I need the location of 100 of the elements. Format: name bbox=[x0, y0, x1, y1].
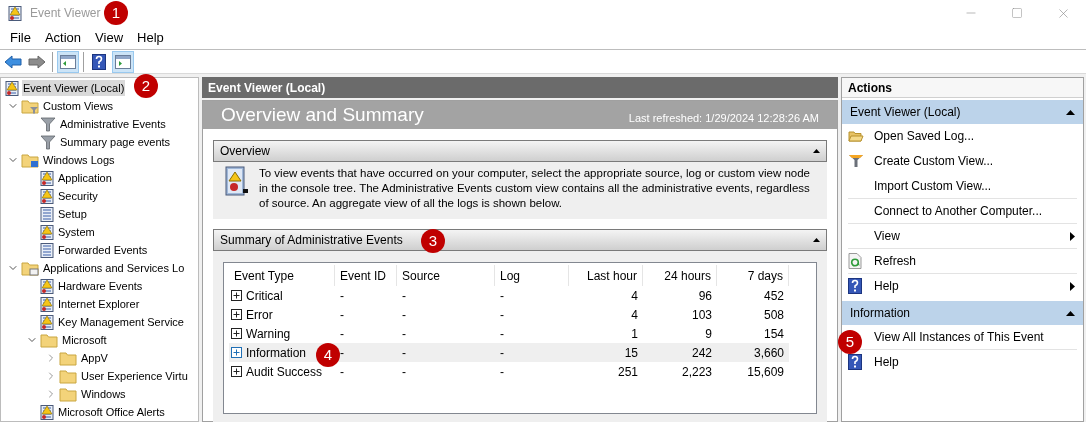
table-row[interactable]: Error - - - 4 103 508 bbox=[229, 305, 789, 324]
table-cell-text: 1 bbox=[630, 325, 639, 343]
refresh-icon bbox=[848, 253, 862, 269]
show-tree-button[interactable] bbox=[57, 50, 79, 73]
folder-icon bbox=[40, 332, 58, 348]
table-cell-text: - bbox=[339, 344, 345, 362]
table-cell-text: Warning bbox=[246, 325, 291, 343]
filter-icon bbox=[848, 154, 864, 168]
show-action-pane-button[interactable] bbox=[112, 50, 134, 73]
warning-log-icon bbox=[40, 296, 54, 312]
section-header[interactable]: Information bbox=[842, 301, 1083, 325]
expand-icon[interactable] bbox=[231, 290, 242, 301]
table-cell-text: - bbox=[401, 287, 407, 305]
table-cell-text: 242 bbox=[690, 344, 713, 362]
table-cell-text: - bbox=[339, 325, 345, 343]
tree-item[interactable]: Internet Explorer bbox=[57, 295, 141, 313]
tree-item[interactable]: Microsoft Office Alerts bbox=[57, 403, 166, 421]
column-header[interactable]: Event ID bbox=[335, 265, 397, 286]
window-title: Event Viewer bbox=[30, 5, 101, 22]
table-cell-text: 4 bbox=[630, 306, 639, 324]
warning-log-icon bbox=[5, 80, 19, 96]
tree-item[interactable]: AppV bbox=[80, 349, 109, 367]
pane-link[interactable]: Connect to Another Computer... bbox=[874, 199, 1077, 223]
column-header[interactable]: Log bbox=[495, 265, 569, 286]
log-icon bbox=[40, 242, 54, 258]
tree-item[interactable]: User Experience Virtu bbox=[80, 367, 189, 385]
overview-text: To view events that have occurred on your computer, select the appropriate source, log or custom view node in the console tree. The Administrative Events custom view contains all the administrative events, regardless of source. An aggregate view of all the logs is shown below. bbox=[259, 166, 812, 211]
tree-item[interactable]: Hardware Events bbox=[57, 277, 144, 295]
pane-link[interactable]: Open Saved Log... bbox=[874, 124, 1077, 148]
table-cell-text: 96 bbox=[697, 287, 713, 305]
folder-icon bbox=[59, 368, 77, 384]
column-header[interactable]: Source bbox=[397, 265, 495, 286]
folder-icon bbox=[848, 129, 864, 143]
section-header[interactable]: Overview bbox=[213, 140, 827, 162]
collapse-icon[interactable] bbox=[1066, 310, 1075, 316]
collapse-icon[interactable] bbox=[813, 149, 820, 153]
table-cell-text: 154 bbox=[762, 325, 785, 343]
menu-item[interactable]: File bbox=[4, 27, 37, 48]
warning-log-icon bbox=[8, 5, 22, 21]
filter-icon bbox=[40, 134, 56, 150]
table-cell-text: - bbox=[401, 344, 407, 362]
table-cell-text: 9 bbox=[704, 325, 713, 343]
column-header[interactable]: 7 days bbox=[717, 265, 789, 286]
warning-log-icon bbox=[40, 224, 54, 240]
tree-item[interactable]: Security bbox=[57, 187, 99, 205]
tree-item[interactable]: Key Management Service bbox=[57, 313, 185, 331]
pane-link[interactable]: Import Custom View... bbox=[874, 174, 1077, 198]
filter-folder-icon bbox=[21, 98, 39, 114]
folder-icon bbox=[21, 260, 39, 276]
tree-item[interactable]: Administrative Events bbox=[59, 115, 167, 133]
menu-item[interactable]: View bbox=[89, 27, 130, 48]
column-header[interactable]: 24 hours bbox=[643, 265, 717, 286]
pane-link[interactable]: Help bbox=[874, 350, 1077, 374]
page-title: Overview and Summary bbox=[221, 103, 424, 127]
folder-icon bbox=[59, 386, 77, 402]
expand-icon[interactable] bbox=[231, 366, 242, 377]
menu-item[interactable]: Help bbox=[131, 27, 170, 48]
section-title: Overview bbox=[220, 143, 270, 160]
table-cell-text: 15,609 bbox=[746, 363, 785, 381]
pane-link[interactable]: Refresh bbox=[874, 249, 1077, 273]
column-header[interactable]: Event Type bbox=[229, 265, 335, 286]
tree-item[interactable]: Event Viewer (Local) bbox=[22, 79, 126, 97]
tree-item[interactable]: Applications and Services Lo bbox=[42, 259, 186, 277]
table-cell-text: 4 bbox=[630, 287, 639, 305]
table-row[interactable]: Critical - - - 4 96 452 bbox=[229, 286, 789, 305]
expand-icon[interactable] bbox=[231, 328, 242, 339]
table-row[interactable]: Warning - - - 1 9 154 bbox=[229, 324, 789, 343]
pane-link[interactable]: Help bbox=[874, 274, 1077, 298]
tree-item[interactable]: System bbox=[57, 223, 96, 241]
section-header[interactable]: Event Viewer (Local) bbox=[842, 100, 1083, 124]
tree-item[interactable]: Microsoft bbox=[61, 331, 108, 349]
tree-item[interactable]: Summary page events bbox=[59, 133, 172, 151]
warning-log-icon bbox=[40, 404, 54, 420]
pane-link[interactable]: View bbox=[874, 224, 1077, 248]
callout-badge: 1 bbox=[104, 1, 128, 25]
pane-link[interactable]: View All Instances of This Event bbox=[874, 325, 1077, 349]
pane-header: Event Viewer (Local) bbox=[202, 77, 838, 98]
section-title: Event Viewer (Local) bbox=[850, 104, 961, 121]
table-cell-text: - bbox=[499, 344, 505, 362]
table-cell-text: 103 bbox=[690, 306, 713, 324]
expand-icon[interactable] bbox=[231, 309, 242, 320]
help-icon bbox=[848, 278, 862, 294]
tree-item[interactable]: Setup bbox=[57, 205, 88, 223]
menu-item[interactable]: Action bbox=[38, 27, 88, 48]
collapse-icon[interactable] bbox=[813, 238, 820, 242]
warning-log-icon bbox=[40, 314, 54, 330]
table-cell-text: - bbox=[499, 363, 505, 381]
pane-link[interactable]: Create Custom View... bbox=[874, 149, 1077, 173]
table-cell-text: - bbox=[339, 287, 345, 305]
tree-item[interactable]: Custom Views bbox=[42, 97, 115, 115]
tree-item[interactable]: Forwarded Events bbox=[57, 241, 149, 259]
tree-item[interactable]: Windows Logs bbox=[42, 151, 116, 169]
column-header[interactable]: Last hour bbox=[569, 265, 643, 286]
section-title: Information bbox=[850, 305, 911, 322]
collapse-icon[interactable] bbox=[1066, 109, 1075, 115]
tree-item[interactable]: Application bbox=[57, 169, 113, 187]
table-cell-text: 2,223 bbox=[680, 363, 713, 381]
log-folder-icon bbox=[21, 152, 39, 168]
log-icon bbox=[40, 206, 54, 222]
tree-item[interactable]: Windows bbox=[80, 385, 127, 403]
